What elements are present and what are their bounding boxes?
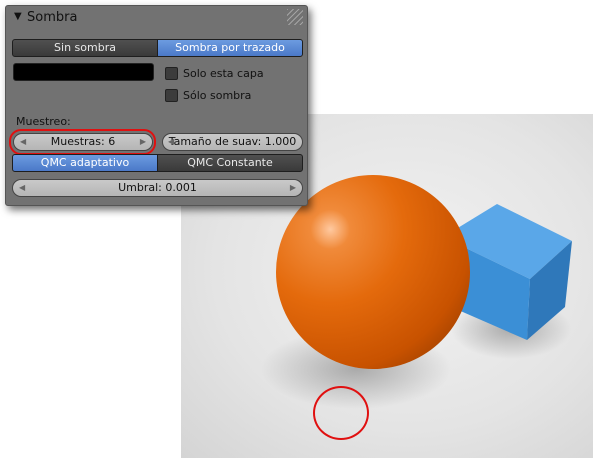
collapse-triangle-icon[interactable]: ▼ (14, 11, 22, 22)
this-layer-label: Solo esta capa (183, 67, 264, 80)
drag-grip-icon[interactable] (287, 9, 303, 25)
panel-title: Sombra (27, 10, 78, 25)
decrement-arrow-icon[interactable]: ◀ (19, 180, 25, 196)
qmc-adaptive-button[interactable]: QMC adaptativo (12, 154, 158, 172)
soft-size-field[interactable]: ◀ Tamaño de suav: 1.000 (162, 133, 303, 151)
qmc-constant-button[interactable]: QMC Constante (157, 154, 303, 172)
only-shadow-checkbox[interactable] (165, 89, 178, 102)
decrement-arrow-icon[interactable]: ◀ (168, 134, 174, 150)
panel-header[interactable]: ▼ Sombra (6, 6, 307, 30)
increment-arrow-icon[interactable]: ▶ (290, 180, 296, 196)
threshold-field[interactable]: ◀ Umbral: 0.001 ▶ (12, 179, 303, 197)
this-layer-checkbox[interactable] (165, 67, 178, 80)
shadow-panel: ▼ Sombra Sin sombra Sombra por trazado S… (5, 5, 308, 206)
only-shadow-label: Sólo sombra (183, 89, 252, 102)
shadow-highlight-circle (313, 386, 369, 440)
samples-highlight (9, 129, 156, 155)
ray-shadow-button[interactable]: Sombra por trazado (157, 39, 303, 57)
sampling-label: Muestreo: (16, 115, 71, 128)
no-shadow-button[interactable]: Sin sombra (12, 39, 158, 57)
shadow-color-swatch[interactable] (13, 63, 154, 81)
threshold-value: Umbral: 0.001 (118, 181, 197, 194)
soft-size-value: Tamaño de suav: 1.000 (168, 135, 297, 148)
